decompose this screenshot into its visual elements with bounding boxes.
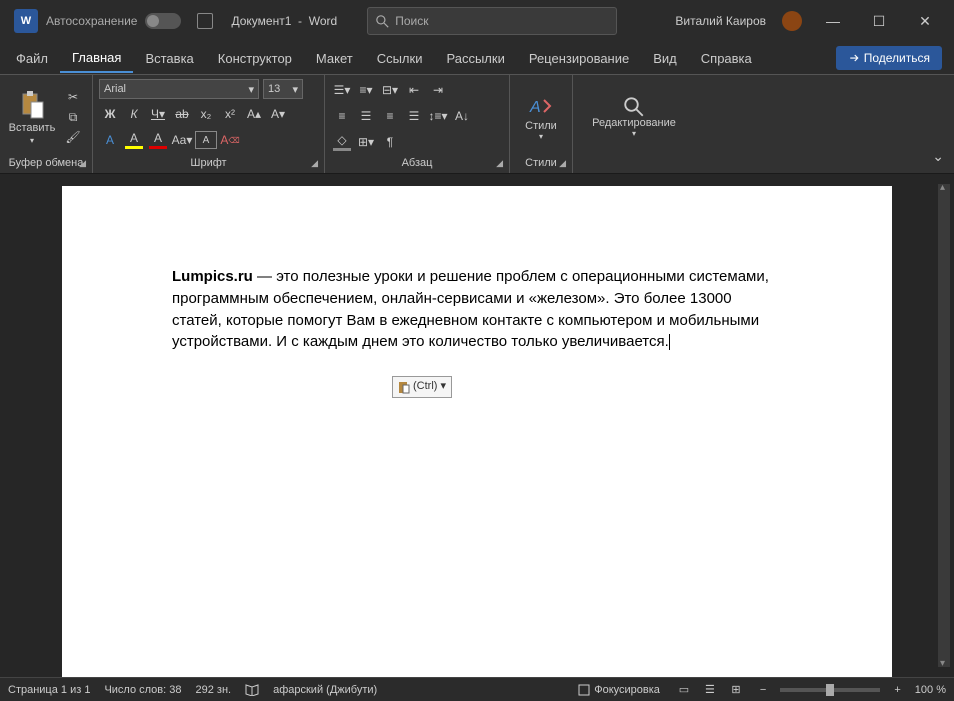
align-left-button[interactable]: ≡ [331,105,353,127]
font-name-select[interactable]: Arial▾ [99,79,259,99]
format-painter-icon[interactable]: 🖌 [64,129,82,145]
document-title: Документ1 - Word [231,14,337,28]
superscript-button[interactable]: x² [219,103,241,125]
numbering-button[interactable]: ≡▾ [355,79,377,101]
focus-icon [578,684,590,696]
tab-review[interactable]: Рецензирование [517,45,641,72]
cut-icon[interactable]: ✂ [64,89,82,105]
strike-button[interactable]: ab [171,103,193,125]
styles-button[interactable]: A Стили ▾ [516,79,566,155]
save-icon[interactable] [197,13,213,29]
search-icon [376,15,389,28]
status-language[interactable]: афарский (Джибути) [273,684,377,696]
tab-home[interactable]: Главная [60,44,133,73]
status-page[interactable]: Страница 1 из 1 [8,684,90,696]
font-color-button[interactable]: A [147,129,169,151]
multilevel-button[interactable]: ⊟▾ [379,79,401,101]
clear-formatting-button[interactable]: A⌫ [219,129,241,151]
copy-icon[interactable]: ⧉ [64,109,82,125]
share-button[interactable]: Поделиться [836,46,942,70]
share-icon [848,52,860,64]
clipboard-icon [19,90,45,120]
maximize-button[interactable]: ☐ [856,5,902,37]
book-icon [245,684,259,696]
tab-mailings[interactable]: Рассылки [434,45,516,72]
tab-design[interactable]: Конструктор [206,45,304,72]
borders-button[interactable]: ⊞▾ [355,131,377,153]
tab-insert[interactable]: Вставка [133,45,205,72]
tab-links[interactable]: Ссылки [365,45,435,72]
zoom-in-button[interactable]: + [894,684,900,696]
font-label: Шрифт [190,157,226,169]
styles-launcher[interactable]: ◢ [559,158,566,169]
editing-button[interactable]: Редактирование ▾ [579,79,689,155]
line-spacing-button[interactable]: ↕≡▾ [427,105,449,127]
avatar[interactable] [782,11,802,31]
svg-text:A: A [529,99,541,116]
tab-view[interactable]: Вид [641,45,689,72]
clipboard-launcher[interactable]: ◢ [79,158,86,169]
collapse-ribbon-button[interactable]: ⌄ [932,148,944,165]
change-case-button[interactable]: Aa▾ [171,129,193,151]
minimize-button[interactable]: — [810,5,856,37]
document-page[interactable]: Lumpics.ru — это полезные уроки и решени… [62,186,892,677]
doc-bold-text: Lumpics.ru [172,268,253,285]
web-layout-button[interactable]: ⊞ [726,682,746,698]
paragraph-label: Абзац [402,157,433,169]
clipboard-label: Буфер обмена [9,157,84,169]
text-effects-button[interactable]: A [99,129,121,151]
paragraph-launcher[interactable]: ◢ [496,158,503,169]
font-size-select[interactable]: 13▾ [263,79,303,99]
tab-layout[interactable]: Макет [304,45,365,72]
tab-file[interactable]: Файл [4,45,60,72]
char-border-button[interactable]: A [195,131,217,149]
shading-button[interactable]: ◇ [331,131,353,153]
word-logo: W [14,9,38,33]
focus-mode-button[interactable]: Фокусировка [578,684,660,696]
username: Виталий Каиров [675,14,766,28]
show-hide-button[interactable]: ¶ [379,131,401,153]
subscript-button[interactable]: x₂ [195,103,217,125]
grow-font-button[interactable]: A▴ [243,103,265,125]
italic-button[interactable]: К [123,103,145,125]
bold-button[interactable]: Ж [99,103,121,125]
bullets-button[interactable]: ☰▾ [331,79,353,101]
zoom-out-button[interactable]: − [760,684,766,696]
status-chars[interactable]: 292 зн. [196,684,232,696]
align-right-button[interactable]: ≡ [379,105,401,127]
autosave-toggle[interactable] [145,13,181,29]
clipboard-small-icon [398,380,410,394]
print-layout-button[interactable]: ☰ [700,682,720,698]
search-input[interactable]: Поиск [367,7,617,35]
paste-button[interactable]: Вставить ▾ [6,79,58,155]
status-words[interactable]: Число слов: 38 [104,684,181,696]
doc-body-text: — это полезные уроки и решение проблем с… [172,268,769,350]
zoom-slider[interactable] [780,688,880,692]
zoom-level[interactable]: 100 % [915,684,946,696]
sort-button[interactable]: A↓ [451,105,473,127]
read-mode-button[interactable]: ▭ [674,682,694,698]
styles-icon: A [528,94,554,120]
indent-left-button[interactable]: ⇤ [403,79,425,101]
shrink-font-button[interactable]: A▾ [267,103,289,125]
align-justify-button[interactable]: ☰ [403,105,425,127]
highlight-button[interactable]: A [123,129,145,151]
tab-help[interactable]: Справка [689,45,764,72]
styles-label: Стили [525,157,557,169]
autosave-label: Автосохранение [46,14,137,28]
vertical-scrollbar[interactable] [938,184,950,667]
find-icon [624,97,644,117]
align-center-button[interactable]: ☰ [355,105,377,127]
underline-button[interactable]: Ч▾ [147,103,169,125]
font-launcher[interactable]: ◢ [311,158,318,169]
indent-right-button[interactable]: ⇥ [427,79,449,101]
paste-options-tag[interactable]: (Ctrl)▾ [392,376,452,398]
close-button[interactable]: ✕ [902,5,948,37]
status-spelling[interactable] [245,684,259,696]
